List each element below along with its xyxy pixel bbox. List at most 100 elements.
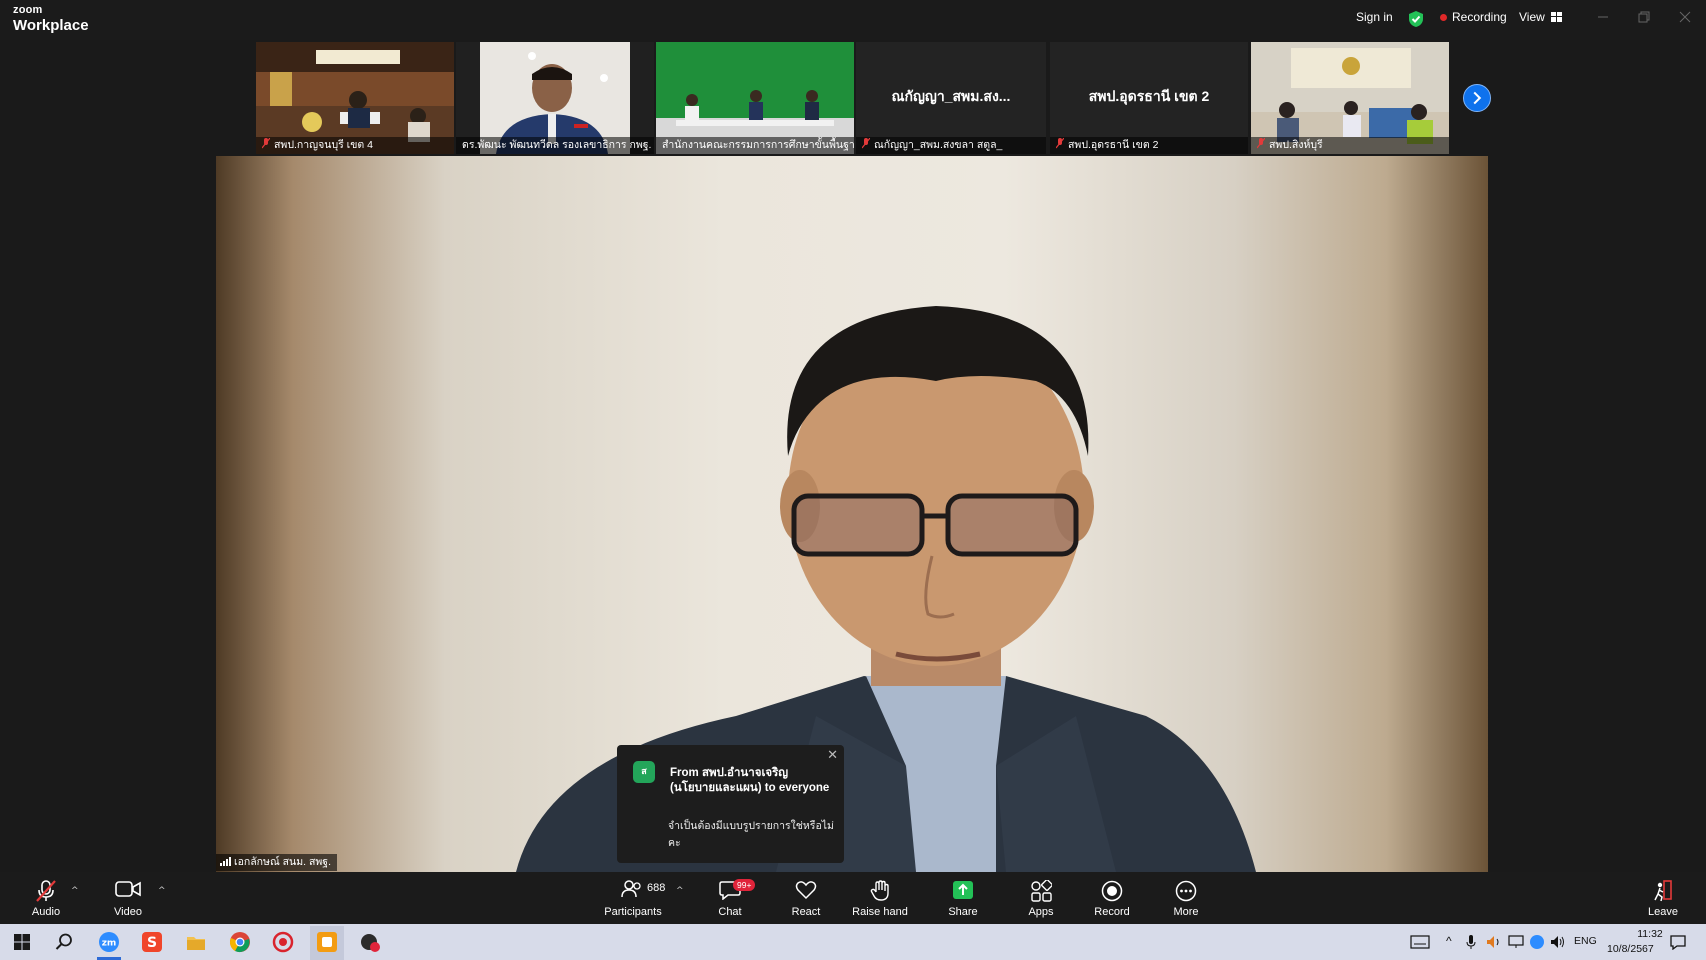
- raise-hand-button[interactable]: Raise hand: [850, 872, 910, 924]
- svg-text:zm: zm: [102, 939, 117, 949]
- recording-label: Recording: [1452, 10, 1507, 24]
- tile-name: ณกัญญา_สพม.สงขลา สตูล_: [874, 139, 1003, 151]
- speaker-name-label: เอกลักษณ์ สนม. สพฐ.: [216, 854, 338, 871]
- chat-notification[interactable]: ส ✕ From สพป.อำนาจเจริญ (นโยบายและแผน) t…: [617, 745, 844, 863]
- network-icon[interactable]: [1508, 935, 1524, 949]
- apps-label: Apps: [1028, 906, 1054, 918]
- record-button[interactable]: Record: [1088, 872, 1136, 924]
- sign-in-button[interactable]: Sign in: [1356, 10, 1393, 24]
- chat-sender: From สพป.อำนาจเจริญ (นโยบายและแผน) to ev…: [670, 767, 830, 794]
- mic-muted-icon: [36, 880, 56, 902]
- participants-options-caret-icon[interactable]: ^: [676, 886, 684, 896]
- tile-name-label: ดร.พัฒนะ พัฒนทวีดล รองเลขาธิการ กพฐ.: [456, 137, 654, 154]
- speaker-volume-tray-icon[interactable]: [1486, 935, 1502, 949]
- mic-muted-icon: [1257, 138, 1265, 149]
- camera-icon: [115, 881, 141, 897]
- tile-name-label: สพป.อุดรธานี เขต 2: [1050, 137, 1248, 154]
- scribble-app-icon[interactable]: S: [141, 931, 163, 953]
- record-icon: [1101, 880, 1123, 902]
- mic-muted-icon: [862, 138, 870, 149]
- tile-name: สำนักงานคณะกรรมการการศึกษาขั้นพื้นฐาน: [662, 139, 854, 151]
- more-icon: [1175, 880, 1197, 902]
- red-app-icon[interactable]: [272, 931, 294, 953]
- sender-avatar: ส: [633, 761, 655, 783]
- view-button[interactable]: View: [1519, 10, 1562, 24]
- close-window-icon[interactable]: [1678, 10, 1692, 24]
- close-icon[interactable]: ✕: [827, 748, 838, 763]
- tile-name-label: ณกัญญา_สพม.สงขลา สตูล_: [856, 137, 1046, 154]
- tile-name: สพป.อุดรธานี เขต 2: [1068, 139, 1159, 151]
- microphone-tray-icon[interactable]: [1466, 934, 1476, 950]
- mic-muted-icon: [262, 138, 270, 149]
- tile-name-label: สพป.สิงห์บุรี: [1251, 137, 1449, 154]
- keyboard-icon[interactable]: [1410, 935, 1430, 949]
- dark-app-icon[interactable]: [359, 931, 381, 953]
- participants-button[interactable]: Participants: [600, 872, 666, 924]
- gallery-tile[interactable]: สพป.สิงห์บุรี: [1251, 42, 1449, 154]
- zoom-tray-icon[interactable]: [1529, 934, 1545, 950]
- zoom-workplace-logo: zoom Workplace: [13, 4, 89, 34]
- file-explorer-icon[interactable]: [185, 931, 207, 953]
- volume-icon[interactable]: [1550, 935, 1566, 949]
- participants-label: Participants: [604, 906, 662, 918]
- gallery-tile[interactable]: ณกัญญา_สพม.สง... ณกัญญา_สพม.สงขลา สตูล_: [856, 42, 1046, 154]
- leave-icon: [1654, 880, 1672, 902]
- leave-button[interactable]: Leave: [1639, 872, 1687, 924]
- active-speaker-video[interactable]: [216, 156, 1488, 872]
- tile-name: ดร.พัฒนะ พัฒนทวีดล รองเลขาธิการ กพฐ.: [462, 139, 652, 151]
- next-page-arrow-icon[interactable]: [1463, 84, 1491, 112]
- chat-message: จำเป็นต้องมีแบบรูปรายการใช่หรือไม่คะ: [668, 820, 834, 849]
- apps-icon: [1031, 880, 1052, 902]
- tile-name: สพป.สิงห์บุรี: [1269, 139, 1323, 151]
- tile-name-label: สำนักงานคณะกรรมการการศึกษาขั้นพื้นฐาน: [656, 137, 854, 154]
- brand-large: Workplace: [13, 17, 89, 34]
- minimize-icon[interactable]: [1596, 10, 1610, 24]
- chat-unread-badge: 99+: [733, 879, 756, 891]
- apps-button[interactable]: Apps: [1017, 872, 1065, 924]
- video-label: Video: [114, 906, 142, 918]
- speaker-figure: [516, 306, 1256, 872]
- windows-start-icon[interactable]: [11, 931, 33, 953]
- view-label: View: [1519, 10, 1545, 24]
- video-button[interactable]: Video: [102, 872, 154, 924]
- heart-icon: [795, 881, 817, 900]
- share-button[interactable]: Share: [939, 872, 987, 924]
- recording-indicator[interactable]: Recording: [1440, 10, 1507, 24]
- audio-options-caret-icon[interactable]: ^: [71, 886, 79, 896]
- search-icon[interactable]: [53, 931, 75, 953]
- record-label: Record: [1094, 906, 1130, 918]
- brand-small: zoom: [13, 4, 43, 16]
- chat-label: Chat: [718, 906, 742, 918]
- chrome-icon[interactable]: [229, 931, 251, 953]
- leave-label: Leave: [1648, 906, 1678, 918]
- zoom-app-icon[interactable]: zm: [98, 931, 120, 953]
- grid-icon: [1550, 12, 1562, 22]
- show-hidden-icons-chevron-icon[interactable]: ^: [1446, 934, 1452, 948]
- audio-label: Audio: [31, 906, 61, 918]
- audio-button[interactable]: Audio: [20, 872, 72, 924]
- orange-app-icon[interactable]: [316, 931, 338, 953]
- clock-date[interactable]: 10/8/2567: [1607, 943, 1654, 955]
- gallery-tile[interactable]: ดร.พัฒนะ พัฒนทวีดล รองเลขาธิการ กพฐ.: [456, 42, 654, 154]
- share-screen-icon: [953, 881, 973, 899]
- restore-icon[interactable]: [1637, 10, 1651, 24]
- notifications-icon[interactable]: [1669, 934, 1687, 950]
- gallery-tile[interactable]: สพป.อุดรธานี เขต 2 สพป.อุดรธานี เขต 2: [1050, 42, 1248, 154]
- svg-text:S: S: [147, 935, 157, 951]
- signal-bars-icon: [220, 857, 231, 866]
- tile-display-name: ณกัญญา_สพม.สง...: [891, 88, 1011, 104]
- more-label: More: [1173, 906, 1199, 918]
- more-button[interactable]: More: [1162, 872, 1210, 924]
- tile-name: สพป.กาญจนบุรี เขต 4: [274, 139, 374, 151]
- react-label: React: [791, 906, 821, 918]
- recording-dot-icon: [1440, 13, 1447, 21]
- gallery-tile[interactable]: สพป.กาญจนบุรี เขต 4: [256, 42, 454, 154]
- share-label: Share: [948, 906, 978, 918]
- shield-check-icon[interactable]: [1408, 10, 1424, 28]
- react-button[interactable]: React: [782, 872, 830, 924]
- video-options-caret-icon[interactable]: ^: [158, 886, 166, 896]
- tile-name-label: สพป.กาญจนบุรี เขต 4: [256, 137, 454, 154]
- language-indicator[interactable]: ENG: [1574, 935, 1597, 947]
- gallery-tile[interactable]: สำนักงานคณะกรรมการการศึกษาขั้นพื้นฐาน: [656, 42, 854, 154]
- participant-count: 688: [647, 882, 666, 894]
